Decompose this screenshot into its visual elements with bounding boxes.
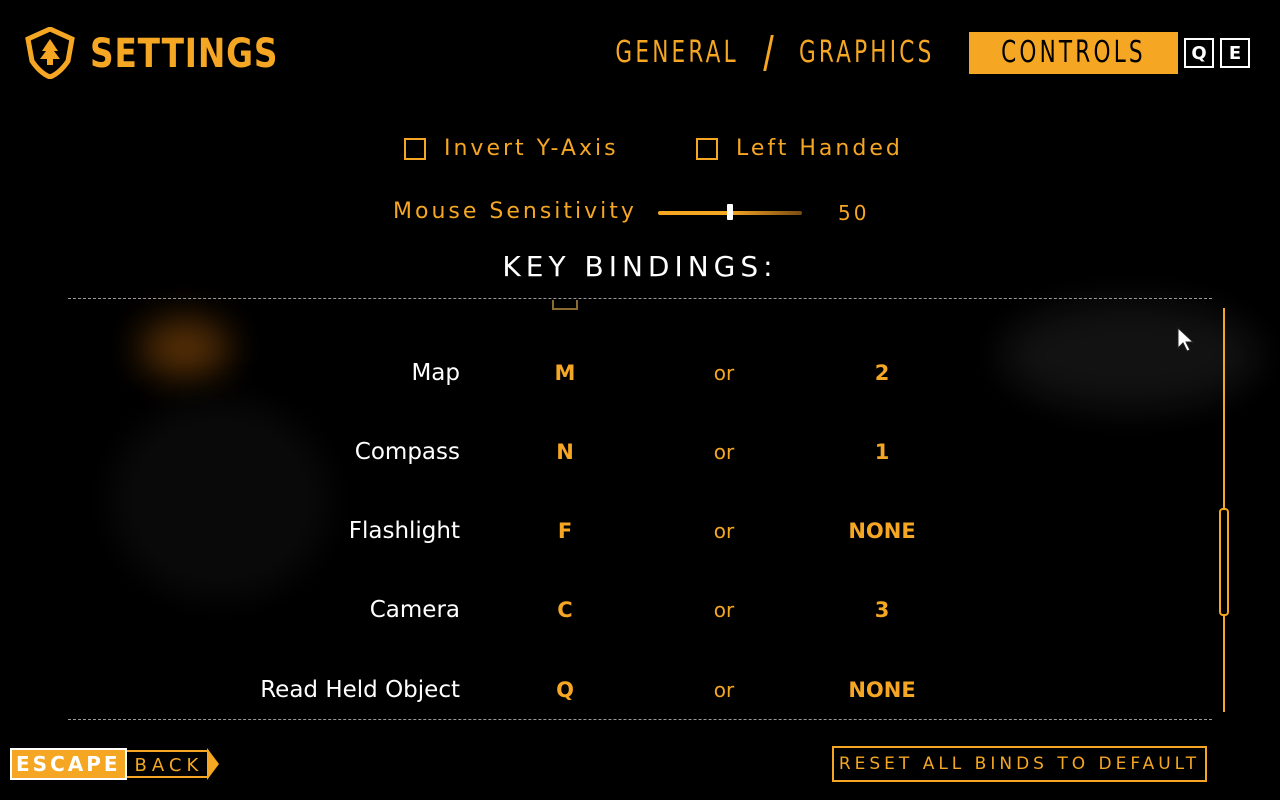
binding-action: Map <box>411 360 460 386</box>
tab-separator <box>762 35 774 71</box>
binding-secondary-key[interactable]: 2 <box>822 353 942 393</box>
partial-key-box <box>552 300 578 310</box>
binding-row-flashlight: Flashlight F or NONE <box>0 511 1280 551</box>
left-handed-label: Left Handed <box>736 136 903 161</box>
binding-primary-key[interactable]: M <box>505 353 625 393</box>
binding-action: Compass <box>354 439 460 465</box>
shield-tree-icon <box>24 26 76 80</box>
binding-secondary-key[interactable]: 3 <box>822 590 942 630</box>
back-control[interactable]: ESCAPE BACK <box>10 748 220 780</box>
divider-bottom <box>68 719 1212 720</box>
invert-y-label: Invert Y-Axis <box>444 136 619 161</box>
binding-or: or <box>713 519 735 543</box>
binding-secondary-key[interactable]: 1 <box>822 432 942 472</box>
binding-primary-key[interactable]: C <box>505 590 625 630</box>
next-tab-key[interactable]: E <box>1220 38 1250 68</box>
escape-key[interactable]: ESCAPE <box>10 748 127 780</box>
binding-action: Camera <box>369 597 460 623</box>
binding-row-camera: Camera C or 3 <box>0 590 1280 630</box>
scrollbar-thumb[interactable] <box>1219 508 1229 616</box>
binding-or: or <box>713 598 735 622</box>
tab-controls-active[interactable]: CONTROLS <box>969 32 1178 74</box>
binding-action: Flashlight <box>348 518 460 544</box>
mouse-sensitivity-label: Mouse Sensitivity <box>393 199 637 224</box>
mouse-sensitivity-value: 50 <box>838 201 870 225</box>
binding-primary-key[interactable]: Q <box>505 670 625 710</box>
binding-primary-key[interactable]: N <box>505 432 625 472</box>
binding-or: or <box>713 678 735 702</box>
binding-row-map: Map M or 2 <box>0 353 1280 393</box>
back-label[interactable]: BACK <box>126 750 210 778</box>
divider-top <box>68 298 1212 299</box>
back-arrow-icon <box>207 748 220 780</box>
invert-y-checkbox[interactable] <box>404 137 426 160</box>
binding-row-read-held-object: Read Held Object Q or NONE <box>0 670 1280 710</box>
left-handed-option[interactable]: Left Handed <box>696 136 903 161</box>
binding-action: Read Held Object <box>260 677 460 703</box>
page-title: SETTINGS <box>90 31 279 77</box>
slider-knob[interactable] <box>727 204 733 220</box>
binding-primary-key[interactable]: F <box>505 511 625 551</box>
tab-general[interactable]: GENERAL <box>609 32 745 74</box>
mouse-pointer-icon <box>1176 326 1196 352</box>
tab-graphics[interactable]: GRAPHICS <box>792 32 940 74</box>
binding-secondary-key[interactable]: NONE <box>822 511 942 551</box>
invert-y-option[interactable]: Invert Y-Axis <box>404 136 619 161</box>
tab-controls[interactable]: CONTROLS <box>995 32 1153 74</box>
reset-binds-button[interactable]: RESET ALL BINDS TO DEFAULT <box>832 746 1207 782</box>
prev-tab-key[interactable]: Q <box>1184 38 1214 68</box>
background-blur-dark-left <box>110 400 330 600</box>
settings-tabs: GENERAL GRAPHICS CONTROLS Q E <box>592 32 1250 74</box>
mouse-sensitivity-slider[interactable] <box>658 204 802 220</box>
binding-secondary-key[interactable]: NONE <box>822 670 942 710</box>
binding-row-compass: Compass N or 1 <box>0 432 1280 472</box>
binding-or: or <box>713 440 735 464</box>
key-bindings-heading: KEY BINDINGS: <box>502 250 778 283</box>
binding-or: or <box>713 361 735 385</box>
left-handed-checkbox[interactable] <box>696 137 718 160</box>
